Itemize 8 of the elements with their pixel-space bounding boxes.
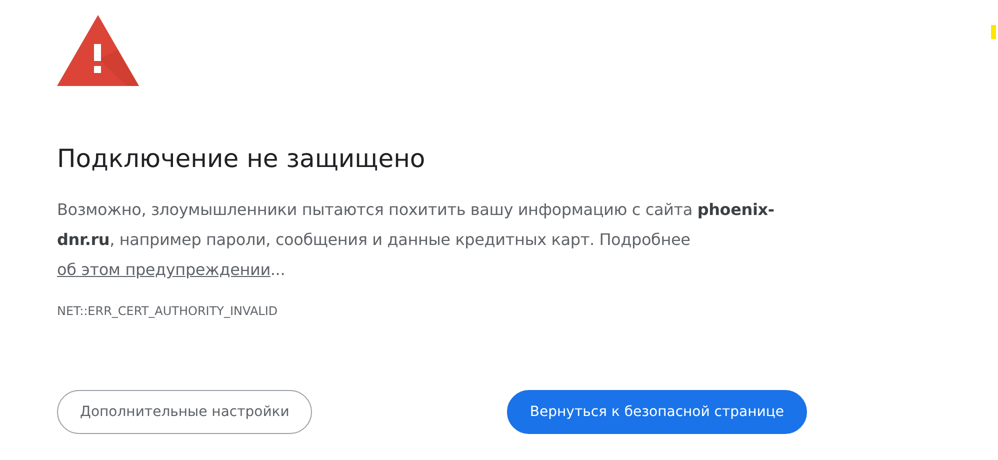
- page-heading: Подключение не защищено: [57, 143, 426, 175]
- warning-icon: [57, 15, 139, 87]
- error-code: NET::ERR_CERT_AUTHORITY_INVALID: [57, 303, 278, 319]
- edge-mark: [991, 25, 996, 39]
- back-to-safety-button[interactable]: Вернуться к безопасной странице: [506, 390, 807, 434]
- learn-more-link[interactable]: об этом предупреждении: [57, 260, 270, 279]
- warning-message: Возможно, злоумышленники пытаются похитить вашу информацию с сайта phoenix-dnr.ru, например пароли, сообщения и данные кредитных карт. Подробнее об этом предупреждении...: [57, 199, 776, 281]
- advanced-button[interactable]: Дополнительные настройки: [57, 390, 312, 434]
